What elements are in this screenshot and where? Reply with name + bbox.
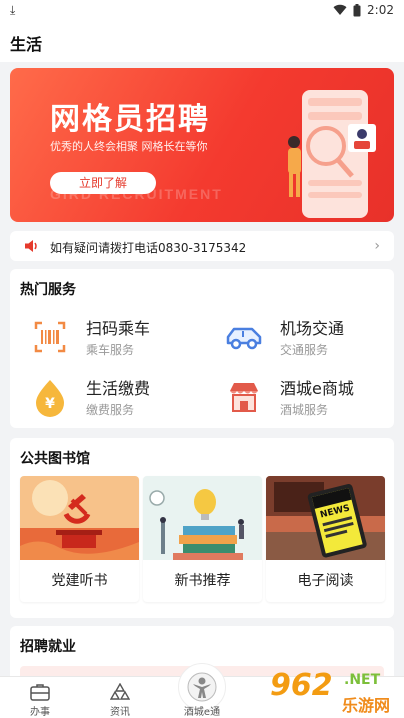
banner-subtitle: 优秀的人终会相聚 网格长在等你 xyxy=(50,140,208,153)
library-item-party-audiobook[interactable]: 党建听书 xyxy=(20,476,139,602)
triangles-icon xyxy=(110,683,130,700)
service-name: 扫码乘车 xyxy=(86,319,151,338)
tab-label-ecity: 酒城e通 xyxy=(183,707,221,718)
tab-label: 办事 xyxy=(30,707,50,718)
jobs-title: 招聘就业 xyxy=(20,639,76,655)
site-watermark-logo: 962 .NET 乐游网 xyxy=(270,668,402,716)
library-item-label: 电子阅读 xyxy=(297,573,354,589)
chevron-right-icon: › xyxy=(374,238,380,254)
service-sub: 交通服务 xyxy=(280,343,329,357)
service-sub: 乘车服务 xyxy=(86,343,135,357)
notice-bar[interactable]: 如有疑问请拨打电话0830-3175342 › xyxy=(10,231,394,261)
hot-services-title: 热门服务 xyxy=(20,282,76,298)
service-name: 酒城e商城 xyxy=(280,379,354,398)
yen-drop-icon: ¥ xyxy=(36,380,64,417)
service-sub: 缴费服务 xyxy=(86,403,135,417)
library-item-label: 党建听书 xyxy=(51,573,108,589)
wifi-icon xyxy=(333,4,347,16)
page-title: 生活 xyxy=(10,35,43,54)
shop-icon xyxy=(230,383,258,412)
tab-news[interactable]: 资讯 xyxy=(90,679,150,718)
service-name: 机场交通 xyxy=(280,319,345,338)
service-scan-ride[interactable]: 扫码乘车 乘车服务 xyxy=(20,311,200,363)
status-bar: ⤓ 2:02 xyxy=(0,0,404,22)
banner-title: 网格员招聘 xyxy=(50,102,210,137)
car-icon xyxy=(226,327,262,350)
status-right: 2:02 xyxy=(333,3,394,17)
service-name: 生活缴费 xyxy=(86,379,151,398)
barcode-icon xyxy=(34,321,66,353)
new-books-image xyxy=(143,476,262,560)
svg-text:¥: ¥ xyxy=(45,396,55,412)
service-sub: 酒城服务 xyxy=(280,403,329,417)
library-item-label: 新书推荐 xyxy=(174,573,231,589)
battery-icon xyxy=(353,3,361,16)
speaker-icon xyxy=(25,240,37,252)
hot-services-card: 热门服务 扫码乘车 乘车服务 机场交通 交通服务 ¥ 生活缴费 缴费服务 酒城e… xyxy=(10,269,394,428)
library-item-new-books[interactable]: 新书推荐 xyxy=(143,476,262,602)
service-bill-payment[interactable]: ¥ 生活缴费 缴费服务 xyxy=(20,371,200,423)
person-logo-icon xyxy=(187,672,217,702)
briefcase-icon xyxy=(30,684,50,701)
service-airport-traffic[interactable]: 机场交通 交通服务 xyxy=(214,311,394,363)
status-time: 2:02 xyxy=(367,3,394,17)
learn-more-button[interactable]: 立即了解 xyxy=(50,172,156,194)
recruitment-banner[interactable]: GIRD RECRUITMENT 网格员招聘 优秀的人终会相聚 网格长在等你 立… xyxy=(10,68,394,222)
public-library-card: 公共图书馆 党建听书 新书推荐 NEWS 电子阅读 xyxy=(10,438,394,618)
page-header: 生活 xyxy=(0,22,404,62)
download-icon: ⤓ xyxy=(10,3,16,17)
service-ecity-mall[interactable]: 酒城e商城 酒城服务 xyxy=(214,371,394,423)
tab-label: 资讯 xyxy=(110,707,130,718)
watermark-number: 962 xyxy=(270,668,333,703)
recruitment-illustration xyxy=(288,90,376,218)
e-reading-image: NEWS xyxy=(266,476,385,560)
watermark-cn: 乐游网 xyxy=(342,696,391,715)
party-building-image xyxy=(20,476,139,560)
watermark-net: .NET xyxy=(344,672,381,688)
tab-affairs[interactable]: 办事 xyxy=(10,679,70,718)
library-item-e-reading[interactable]: NEWS 电子阅读 xyxy=(266,476,385,602)
notice-text: 如有疑问请拨打电话0830-3175342 xyxy=(50,241,247,255)
library-title: 公共图书馆 xyxy=(20,451,90,467)
